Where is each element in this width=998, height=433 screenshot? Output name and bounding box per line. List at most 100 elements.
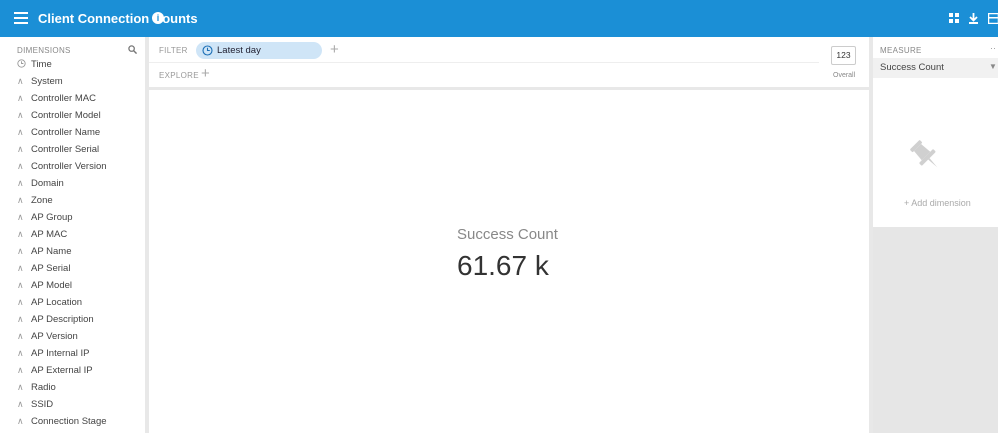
dimension-item-label: System (31, 76, 63, 87)
string-icon: ∧ (17, 229, 24, 239)
dimension-item[interactable]: ∧ AP Model (17, 280, 72, 297)
dimension-item-label: AP External IP (31, 365, 93, 376)
string-icon: ∧ (17, 297, 24, 307)
dimension-item-label: SSID (31, 399, 54, 410)
dimension-item[interactable]: ∧ AP Location (17, 297, 82, 314)
dimension-item-label: Controller Version (31, 161, 107, 172)
search-icon[interactable] (128, 45, 137, 54)
string-icon: ∧ (17, 348, 24, 358)
string-icon: ∧ (17, 93, 24, 103)
dimension-item[interactable]: ∧ Controller Version (17, 161, 107, 178)
dimension-item[interactable]: ∧ AP Description (17, 314, 94, 331)
dimension-item[interactable]: ∧ AP Internal IP (17, 348, 89, 365)
grid-icon[interactable] (949, 13, 960, 24)
explore-bar: EXPLORE + (149, 63, 819, 87)
dimension-item[interactable]: ∧ AP Version (17, 331, 78, 348)
dimension-item[interactable]: ∧ Domain (17, 178, 64, 195)
string-icon: ∧ (17, 144, 24, 154)
visualization-area: Success Count 61.67 k (149, 90, 869, 433)
filter-pill-latest-day[interactable]: Latest day (196, 42, 322, 59)
dimension-item[interactable]: ∧ Zone (17, 195, 53, 212)
string-icon: ∧ (17, 178, 24, 188)
string-icon: ∧ (17, 314, 24, 324)
dimension-item-label: Domain (31, 178, 64, 189)
dimension-item-label: AP Version (31, 331, 78, 342)
dimension-item-label: Radio (31, 382, 56, 393)
dimension-item[interactable]: ∧ System (17, 76, 63, 93)
filter-label: FILTER (159, 46, 188, 55)
string-icon: ∧ (17, 195, 24, 205)
dimension-item[interactable]: ∧ AP Serial (17, 263, 70, 280)
measure-select[interactable]: Success Count ▼ (873, 58, 998, 78)
dimensions-header: DIMENSIONS (17, 46, 71, 55)
string-icon: ∧ (17, 280, 24, 290)
dimension-item-label: AP Model (31, 280, 73, 291)
string-icon: ∧ (17, 263, 24, 273)
dimension-item-label: Time (31, 59, 52, 70)
dimension-item-label: AP Internal IP (31, 348, 90, 359)
metric-value: 61.67 k (457, 250, 549, 281)
dimension-item-label: Controller Model (31, 110, 101, 121)
dimension-item[interactable]: ∧ Controller MAC (17, 93, 96, 110)
string-icon: ∧ (17, 161, 24, 171)
measure-header: MEASURE (880, 46, 922, 55)
string-icon: ∧ (17, 331, 24, 341)
string-icon: ∧ (17, 212, 24, 222)
dimension-item-label: AP Serial (31, 263, 71, 274)
filter-pill-label: Latest day (217, 45, 261, 56)
panel-icon[interactable] (988, 13, 998, 24)
dimension-item[interactable]: Time (17, 59, 52, 76)
string-icon: ∧ (17, 110, 24, 120)
add-filter-plus-icon[interactable]: + (330, 42, 339, 57)
dimension-item-label: Controller Serial (31, 144, 100, 155)
pinboard-empty-area (873, 227, 998, 433)
explore-label: EXPLORE (159, 71, 199, 80)
overall-area: 123 Overall (819, 37, 869, 87)
dimension-item[interactable]: ∧ Connection Stage (17, 416, 107, 433)
dimension-item[interactable]: ∧ Controller Model (17, 110, 101, 127)
dimension-item[interactable]: ∧ AP Name (17, 246, 71, 263)
string-icon: ∧ (17, 416, 24, 426)
dimension-item-label: Controller MAC (31, 93, 96, 104)
top-bar: Client Connection Counts i (0, 0, 998, 37)
clock-icon (17, 59, 27, 69)
add-dimension-button[interactable]: + Add dimension (904, 198, 971, 208)
add-explore-plus-icon[interactable]: + (201, 66, 210, 81)
pinboard-panel: + Add dimension (873, 90, 998, 227)
dimension-item-label: Connection Stage (31, 416, 107, 427)
clock-icon (202, 45, 213, 56)
string-icon: ∧ (17, 76, 24, 86)
metric-name: Success Count (457, 226, 558, 243)
dimension-item-label: AP Description (31, 314, 94, 325)
dimension-item[interactable]: ∧ Radio (17, 382, 56, 399)
dimension-item[interactable]: ∧ AP External IP (17, 365, 93, 382)
filter-bar: FILTER Latest day + (149, 37, 819, 63)
dimension-item-label: Controller Name (31, 127, 101, 138)
pin-icon (910, 140, 938, 168)
dimension-item[interactable]: ∧ AP MAC (17, 229, 67, 246)
page-title: Client Connection Counts (38, 11, 198, 26)
string-icon: ∧ (17, 246, 24, 256)
dimension-item-label: Zone (31, 195, 53, 206)
dimension-item-label: AP Group (31, 212, 73, 223)
overall-label: Overall (833, 72, 856, 79)
dimension-item-label: AP Location (31, 297, 83, 308)
string-icon: ∧ (17, 365, 24, 375)
download-icon[interactable] (968, 13, 979, 24)
dimensions-panel: DIMENSIONS Time ∧ System ∧ Controller MAC ∧ Co… (0, 37, 145, 433)
dimension-item[interactable]: ∧ Controller Serial (17, 144, 99, 161)
string-icon: ∧ (17, 382, 24, 392)
dimension-item-label: AP Name (31, 246, 72, 257)
dimension-item-label: AP MAC (31, 229, 68, 240)
dimension-item[interactable]: ∧ SSID (17, 399, 53, 416)
dimension-item[interactable]: ∧ Controller Name (17, 127, 100, 144)
string-icon: ∧ (17, 399, 24, 409)
overall-button[interactable]: 123 (831, 46, 856, 65)
menu-icon[interactable] (14, 12, 28, 24)
measure-select-value: Success Count (880, 62, 944, 73)
more-options-icon[interactable]: ·· (990, 43, 996, 53)
measure-panel: MEASURE ·· Success Count ▼ (873, 37, 998, 87)
info-icon[interactable]: i (152, 12, 164, 24)
string-icon: ∧ (17, 127, 24, 137)
dimension-item[interactable]: ∧ AP Group (17, 212, 73, 229)
